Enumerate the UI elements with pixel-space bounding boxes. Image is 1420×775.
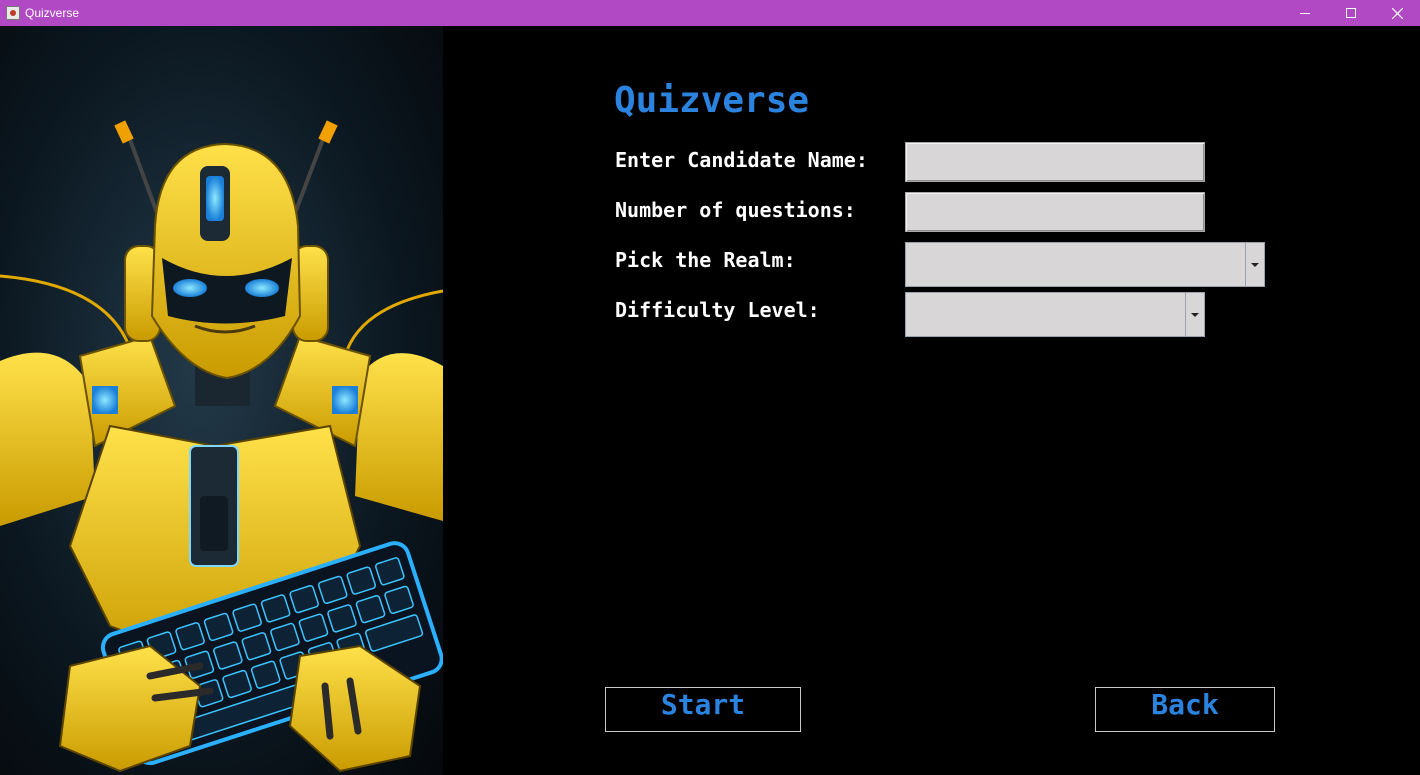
difficulty-label: Difficulty Level: [615,298,820,322]
quiz-setup-panel [443,26,1420,775]
yellow-robot-holding-keyboard-image [0,120,443,773]
realm-selected-value [906,243,1245,286]
java-app-icon [6,6,20,20]
realm-label: Pick the Realm: [615,248,796,272]
robot-artwork-image [0,26,443,775]
window-controls [1282,0,1420,26]
maximize-icon [1346,8,1356,18]
close-button[interactable] [1374,0,1420,26]
candidate-name-input[interactable] [905,142,1205,182]
realm-dropdown-arrow[interactable] [1245,243,1264,286]
candidate-name-label: Enter Candidate Name: [615,148,868,172]
app-heading: Quizverse [614,80,810,121]
window-title: Quizverse [25,6,80,20]
window-titlebar[interactable]: Quizverse [0,0,1420,26]
chevron-down-icon [1251,262,1259,267]
back-button[interactable]: Back [1095,687,1275,732]
minimize-button[interactable] [1282,0,1328,26]
realm-dropdown[interactable] [905,242,1265,287]
close-icon [1391,7,1403,19]
num-questions-label: Number of questions: [615,198,856,222]
difficulty-dropdown[interactable] [905,292,1205,337]
chevron-down-icon [1191,312,1199,317]
minimize-icon [1300,13,1310,14]
difficulty-dropdown-arrow[interactable] [1185,293,1204,336]
start-button[interactable]: Start [605,687,801,732]
num-questions-input[interactable] [905,192,1205,232]
maximize-button[interactable] [1328,0,1374,26]
difficulty-selected-value [906,293,1185,336]
